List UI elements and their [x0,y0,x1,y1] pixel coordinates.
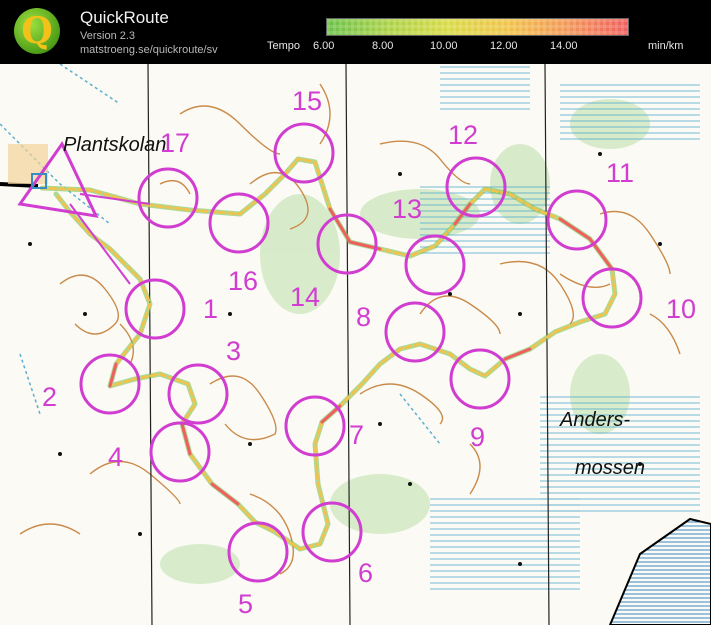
control-label-11: 11 [606,158,635,188]
header-bar: Q QuickRoute Version 2.3 matstroeng.se/q… [0,0,711,64]
legend-tick-2: 8.00 [372,40,394,52]
legend-tick-5: 14.00 [550,40,578,52]
control-label-6: 6 [358,558,374,588]
control-label-12: 12 [448,120,479,150]
legend-tick-3: 10.00 [430,40,458,52]
orienteering-map[interactable]: Plantskolan Anders- mossen 1 2 3 4 5 6 7… [0,64,711,625]
legend-tick-1: 6.00 [313,40,335,52]
control-label-9: 9 [470,422,486,452]
control-label-15: 15 [292,86,323,116]
tempo-color-legend [326,18,629,36]
control-label-3: 3 [226,336,242,366]
clearing [8,144,48,184]
control-label-10: 10 [666,294,697,324]
control-label-1: 1 [203,294,219,324]
control-label-17: 17 [160,128,191,158]
legend-label: Tempo [267,40,301,52]
legend-unit: min/km [648,40,684,52]
app-url: matstroeng.se/quickroute/sv [80,44,218,56]
course-legs [69,193,151,285]
control-label-7: 7 [349,420,365,450]
quickroute-window: Q QuickRoute Version 2.3 matstroeng.se/q… [0,0,711,625]
place-mossen: mossen [575,457,646,479]
control-label-13: 13 [392,194,423,224]
app-title: QuickRoute [80,8,169,27]
app-version: Version 2.3 [80,30,136,42]
control-label-5: 5 [238,589,254,619]
control-label-14: 14 [290,282,321,312]
logo-letter: Q [21,10,53,52]
place-plantskolan: Plantskolan [63,134,167,156]
lake [608,517,711,625]
control-label-4: 4 [108,442,124,472]
control-label-16: 16 [228,266,259,296]
legend-tick-4: 12.00 [490,40,518,52]
quickroute-logo: Q [14,8,60,54]
control-label-2: 2 [42,382,58,412]
control-label-8: 8 [356,302,372,332]
place-anders: Anders- [560,409,631,431]
